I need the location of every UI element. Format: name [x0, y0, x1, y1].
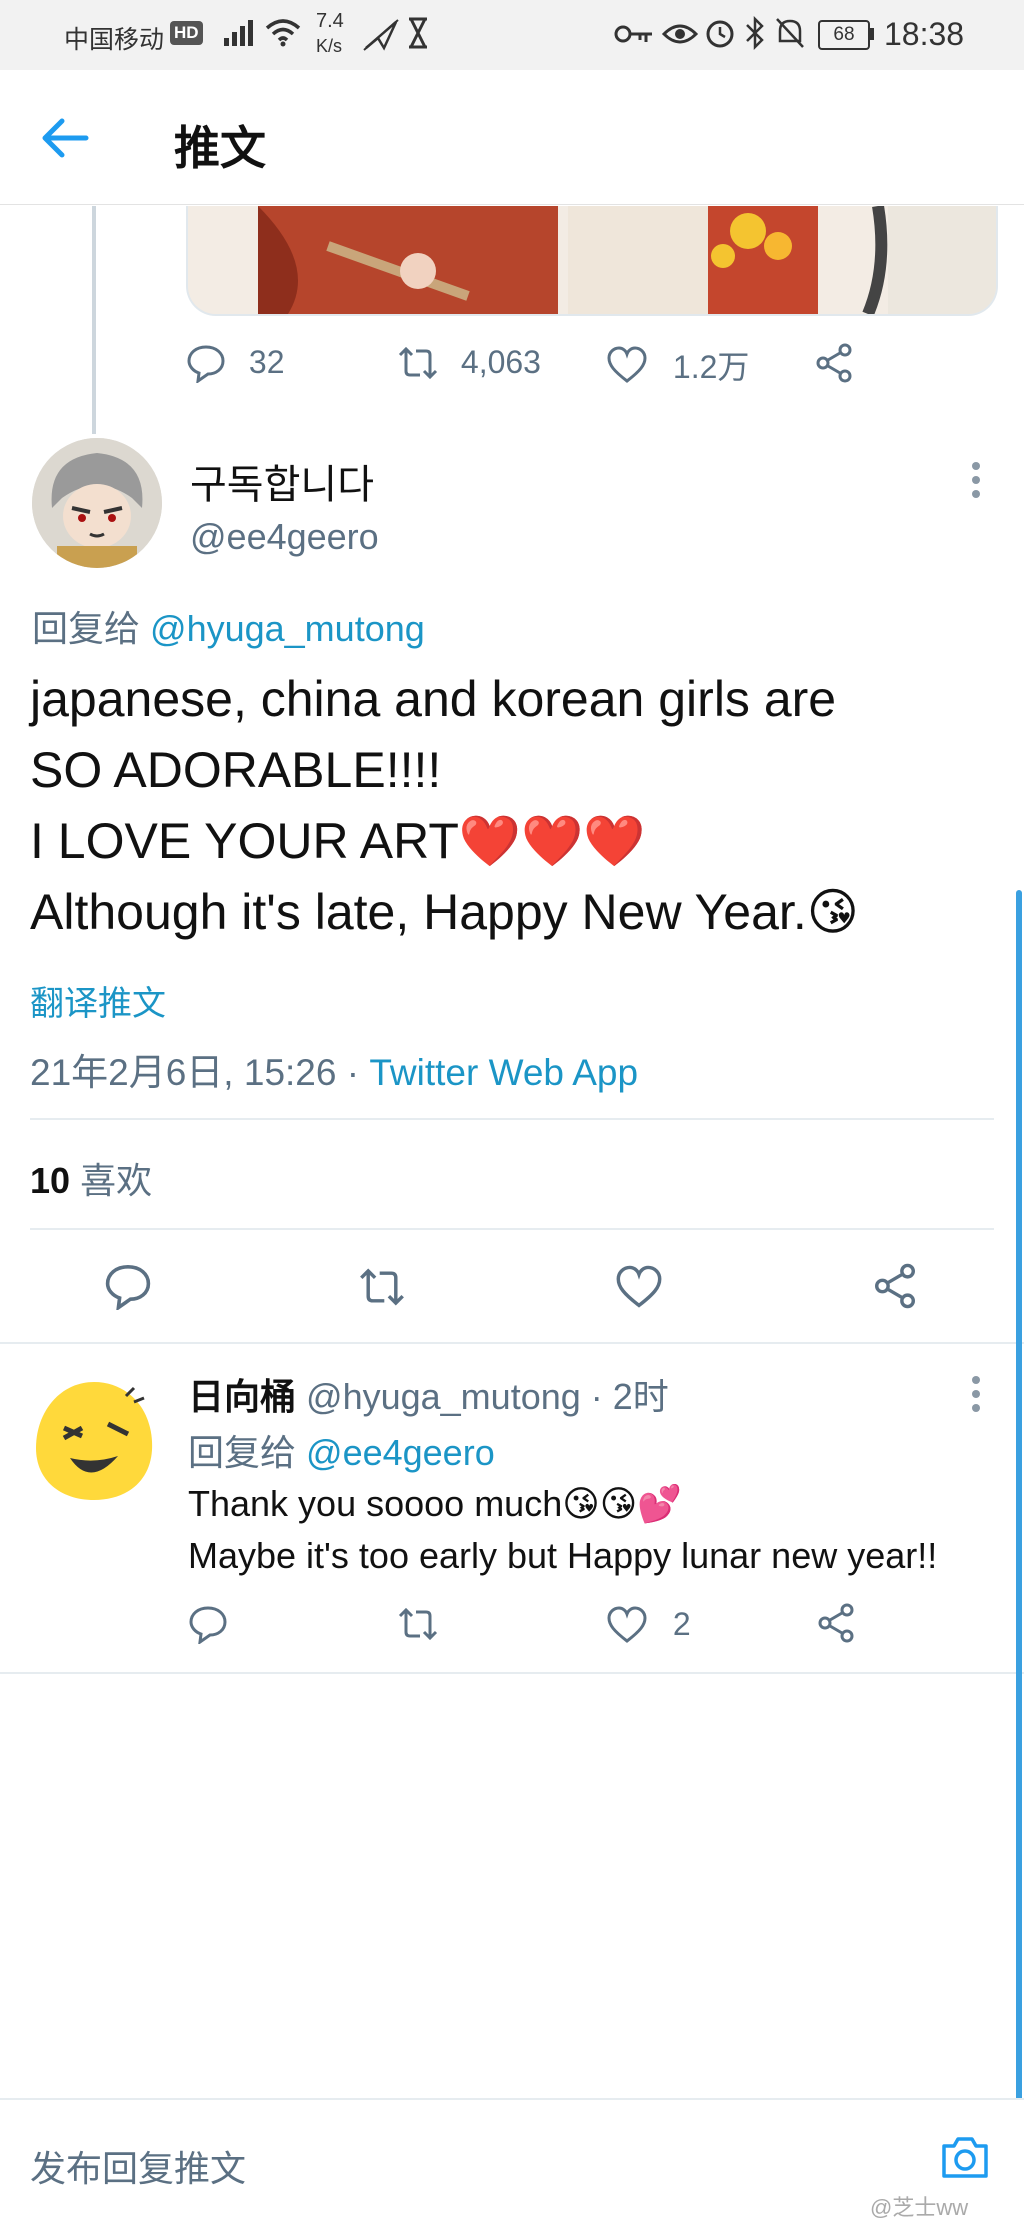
reply-avatar[interactable] [30, 1376, 158, 1504]
battery-icon: 68 [818, 20, 870, 50]
artwork-image [188, 206, 996, 314]
share-icon[interactable] [814, 342, 854, 384]
reply-count: 32 [248, 344, 285, 381]
net-speed-unit: K/s [316, 36, 343, 56]
reply-author-name[interactable]: 日向桶 [188, 1376, 296, 1417]
key-icon [614, 25, 652, 43]
signal-icon [224, 20, 253, 46]
scrollbar[interactable] [1016, 890, 1022, 2110]
retweet-action[interactable]: 4,063 [396, 342, 541, 383]
likes-label: 喜欢 [80, 1160, 153, 1201]
heart-icon[interactable] [614, 1264, 664, 1310]
reply-header: 日向桶 @hyuga_mutong · 2时 [188, 1368, 669, 1420]
carrier-label: 中国移动 [64, 26, 165, 54]
prev-tweet-actions: 32 4,063 1.2万 [186, 338, 986, 398]
author-handle[interactable]: @ee4geero [190, 516, 379, 558]
battery-tip [870, 28, 874, 40]
reply-text: Thank you soooo much😘😘💕 Maybe it's too e… [188, 1478, 937, 1582]
meta-separator: · [336, 1052, 370, 1093]
reply-action[interactable]: 32 [186, 342, 284, 383]
tweet-text-line: SO ADORABLE!!!! [30, 742, 442, 798]
heart-icon [607, 346, 647, 383]
tweet-media-image[interactable] [186, 206, 998, 316]
tweet-text: japanese, china and korean girls are SO … [30, 664, 990, 948]
hd-badge: HD [170, 21, 203, 45]
watermark: @芝士ww [870, 2195, 969, 2220]
reply-text-line: Thank you soooo much😘😘💕 [188, 1483, 683, 1524]
reply-composer[interactable]: 发布回复推文 @芝士ww [0, 2098, 1024, 2221]
composer-placeholder[interactable]: 发布回复推文 [30, 2140, 246, 2192]
tweet-text-line: Although it's late, Happy New Year.😘 [30, 884, 859, 940]
share-icon[interactable] [872, 1262, 918, 1310]
thread-connector-line [92, 206, 96, 434]
reply-icon[interactable] [188, 1604, 228, 1644]
like-action[interactable]: 1.2万 [606, 342, 749, 388]
tweet-source[interactable]: Twitter Web App [369, 1052, 638, 1093]
divider [30, 1118, 994, 1120]
avatar[interactable] [32, 438, 162, 568]
camera-icon[interactable] [940, 2134, 990, 2180]
tweet-text-line: I LOVE YOUR ART❤️❤️❤️ [30, 813, 646, 869]
tweet-meta: 21年2月6日, 15:26 · Twitter Web App [30, 1042, 638, 1096]
divider [0, 1672, 1024, 1674]
more-options-icon[interactable] [968, 460, 984, 500]
likes-summary[interactable]: 10 喜欢 [30, 1152, 152, 1204]
more-options-icon[interactable] [968, 1374, 984, 1414]
like-count: 2 [672, 1606, 691, 1643]
page-title: 推文 [174, 122, 266, 174]
tweet-date: 21年2月6日, 15:26 [30, 1052, 337, 1093]
bluetooth-icon [746, 16, 764, 50]
heart-icon [607, 1606, 647, 1643]
avatar-image [32, 438, 162, 568]
likes-count: 10 [30, 1160, 71, 1201]
reply-avatar-image [36, 1382, 153, 1500]
reply-prefix: 回复给 [32, 608, 141, 649]
retweet-icon[interactable] [356, 1264, 408, 1310]
back-arrow-icon[interactable] [40, 116, 90, 160]
like-count: 1.2万 [672, 349, 750, 385]
net-speed-value: 7.4 [316, 10, 344, 32]
tweet-text-line: japanese, china and korean girls are [30, 671, 837, 727]
reply-like-action[interactable]: 2 [606, 1604, 691, 1645]
reply-text-line: Maybe it's too early but Happy lunar new… [188, 1535, 938, 1576]
reply-author-handle[interactable]: @hyuga_mutong [306, 1376, 581, 1417]
clock: 18:38 [884, 16, 965, 52]
status-bar: 中国移动 HD 7.4 K/s 68 18:38 [0, 0, 1024, 70]
reply-icon [187, 345, 225, 383]
author-display-name[interactable]: 구독합니다 [190, 452, 374, 510]
send-icon [363, 19, 399, 51]
reply-timestamp: · 2时 [590, 1376, 669, 1417]
retweet-count: 4,063 [460, 344, 541, 381]
translate-link[interactable]: 翻译推文 [30, 976, 166, 1025]
divider [30, 1228, 994, 1230]
reply-prefix: 回复给 [188, 1432, 297, 1473]
top-app-bar: 推文 [0, 70, 1024, 205]
reply-to-mention[interactable]: @hyuga_mutong [150, 608, 425, 649]
wifi-icon [265, 19, 301, 47]
retweet-icon[interactable] [396, 1604, 440, 1644]
reply-icon[interactable] [104, 1262, 152, 1310]
mute-bell-icon [776, 18, 804, 48]
hourglass-icon [409, 17, 427, 49]
battery-level: 68 [833, 24, 855, 45]
alarm-icon [706, 20, 734, 48]
retweet-icon [398, 346, 438, 379]
eye-icon [662, 24, 698, 44]
reply-context: 回复给 @ee4geero [188, 1424, 495, 1476]
divider [0, 1342, 1024, 1344]
share-icon[interactable] [816, 1602, 856, 1644]
reply-context: 回复给 @hyuga_mutong [32, 600, 425, 652]
reply-to-mention[interactable]: @ee4geero [306, 1432, 495, 1473]
